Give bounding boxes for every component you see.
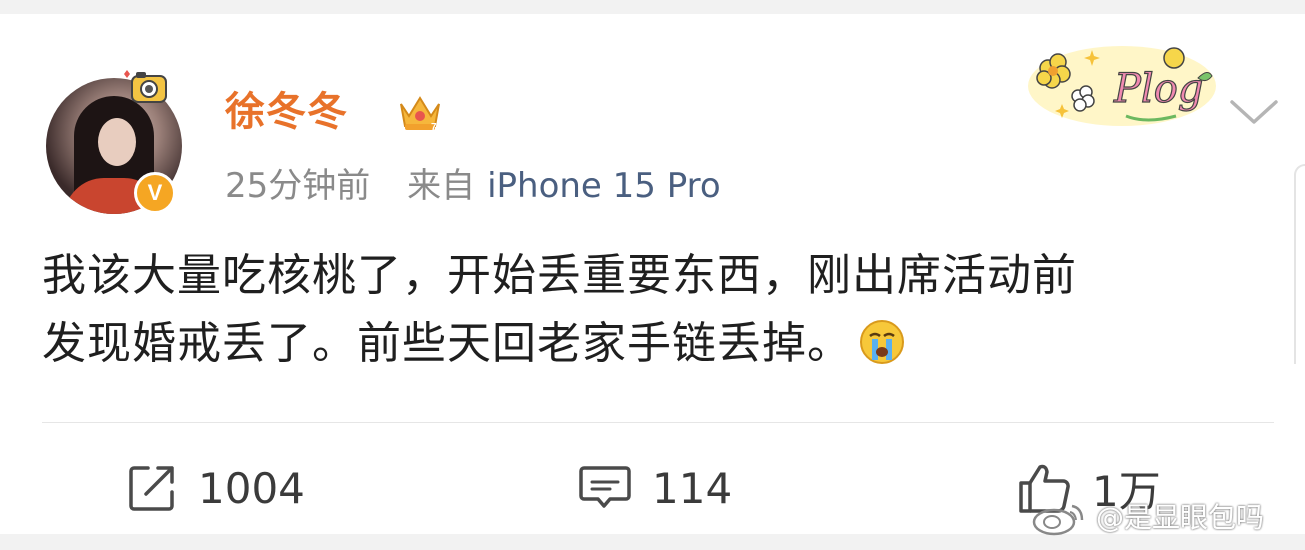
post-time: 25分钟前 xyxy=(225,166,371,206)
svg-text:7: 7 xyxy=(431,122,437,133)
source-device[interactable]: iPhone 15 Pro xyxy=(487,166,721,206)
crying-face-icon xyxy=(860,320,904,364)
divider xyxy=(42,422,1274,423)
weibo-logo-icon xyxy=(1032,504,1084,536)
avatar-decoration-camera-icon xyxy=(124,70,167,103)
watermark: @是显眼包吗 xyxy=(1030,500,1264,536)
crown-icon: 7 xyxy=(400,96,440,133)
verified-badge: V xyxy=(134,172,176,214)
plog-sticker-text: Plog xyxy=(1113,66,1203,112)
post-text-line-2-content: 发现婚戒丢了。前些天回老家手链丢掉。 xyxy=(42,318,852,369)
comment-button[interactable]: 114 xyxy=(578,458,732,518)
comment-count: 114 xyxy=(652,463,733,513)
plog-sticker-icon: Plog xyxy=(1028,46,1216,126)
username[interactable]: 徐冬冬 xyxy=(225,88,348,136)
post-meta: 25分钟前 来自 iPhone 15 Pro xyxy=(225,164,747,208)
repost-icon xyxy=(129,466,174,511)
watermark-text: @是显眼包吗 xyxy=(1096,501,1265,534)
post-text-line-2: 发现婚戒丢了。前些天回老家手链丢掉。 xyxy=(42,310,1282,378)
repost-count: 1004 xyxy=(198,463,305,513)
repost-button[interactable]: 1004 xyxy=(126,458,305,518)
page-edge-divider xyxy=(1294,164,1305,364)
comment-icon xyxy=(579,466,631,508)
post-body: 我该大量吃核桃了，开始丢重要东西，刚出席活动前 发现婚戒丢了。前些天回老家手链丢… xyxy=(42,242,1282,378)
source-prefix: 来自 xyxy=(407,166,476,206)
weibo-post-card: V 徐冬冬 7 25分钟前 来自 iPhone 15 Pro Plog 我该大量吃… xyxy=(0,14,1305,534)
chevron-down-icon[interactable] xyxy=(1228,94,1280,130)
post-text-line-1: 我该大量吃核桃了，开始丢重要东西，刚出席活动前 xyxy=(42,250,1077,301)
